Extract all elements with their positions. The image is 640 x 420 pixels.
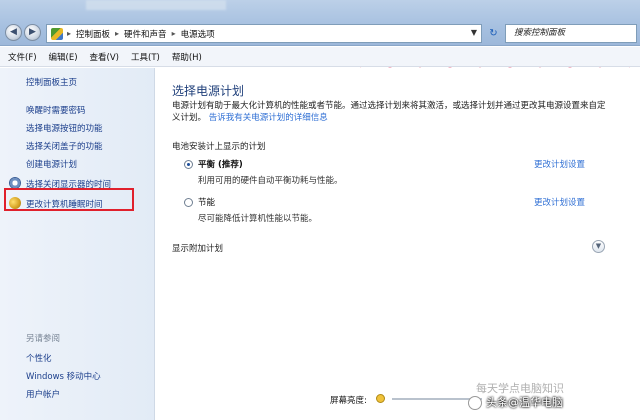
breadcrumb-hardware-sound[interactable]: 硬件和声音 <box>124 28 167 40</box>
red-highlight-box <box>4 188 134 211</box>
chevron-down-icon[interactable]: ▼ <box>592 240 605 253</box>
breadcrumb-control-panel[interactable]: 控制面板 <box>76 28 110 40</box>
main-content-pane: 选择电源计划 电源计划有助于最大化计算机的性能或者节能。通过选择计划来将其激活，… <box>156 68 640 420</box>
power-plan-info-link[interactable]: 告诉我有关电源计划的详细信息 <box>209 113 328 123</box>
blurred-window-title <box>86 0 226 10</box>
breadcrumb-power-options[interactable]: 电源选项 <box>181 28 215 40</box>
left-navigation-pane: 控制面板主页 唤醒时需要密码 选择电源按钮的功能 选择关闭盖子的功能 创建电源计… <box>0 68 155 420</box>
sidebar-item-power-button[interactable]: 选择电源按钮的功能 <box>26 122 103 134</box>
sidebar-item-close-lid[interactable]: 选择关闭盖子的功能 <box>26 140 103 152</box>
plan-power-saver-radio[interactable] <box>184 198 193 207</box>
breadcrumb-separator-icon: ▸ <box>171 29 176 38</box>
see-also-mobility-center[interactable]: Windows 移动中心 <box>26 370 101 382</box>
page-description: 电源计划有助于最大化计算机的性能或者节能。通过选择计划来将其激活，或选择计划并通… <box>172 100 612 124</box>
sidebar-home-link[interactable]: 控制面板主页 <box>26 76 77 88</box>
show-additional-plans[interactable]: 显示附加计划 <box>172 242 223 254</box>
menu-view[interactable]: 查看(V) <box>90 51 119 63</box>
page-title: 选择电源计划 <box>172 84 245 98</box>
menu-bar: 文件(F) 编辑(E) 查看(V) 工具(T) 帮助(H) <box>0 47 640 67</box>
sidebar-item-create-plan[interactable]: 创建电源计划 <box>26 158 77 170</box>
change-balanced-settings-link[interactable]: 更改计划设置 <box>534 158 585 170</box>
address-bar[interactable]: ▸ 控制面板 ▸ 硬件和声音 ▸ 电源选项 ▼ <box>46 24 482 43</box>
control-panel-icon <box>51 27 63 40</box>
change-power-saver-settings-link[interactable]: 更改计划设置 <box>534 196 585 208</box>
see-also-heading: 另请参阅 <box>26 334 61 344</box>
plan-balanced-desc: 利用可用的硬件自动平衡功耗与性能。 <box>198 176 343 186</box>
brightness-sun-icon <box>376 394 385 403</box>
see-also-user-accounts[interactable]: 用户帐户 <box>26 388 60 400</box>
address-dropdown-icon[interactable]: ▼ <box>471 28 477 37</box>
plan-power-saver-desc: 尽可能降低计算机性能以节能。 <box>198 214 318 224</box>
breadcrumb-separator-icon: ▸ <box>115 29 120 38</box>
back-arrow-icon: ◀ <box>10 27 17 37</box>
plan-balanced-name[interactable]: 平衡 (推荐) <box>198 158 243 170</box>
title-bar: ◀ ▶ ▸ 控制面板 ▸ 硬件和声音 ▸ 电源选项 ▼ ↻ 搜索控制面板 <box>0 0 640 46</box>
menu-help[interactable]: 帮助(H) <box>172 51 202 63</box>
refresh-icon[interactable]: ↻ <box>486 26 501 41</box>
plan-power-saver-name[interactable]: 节能 <box>198 196 215 208</box>
forward-button[interactable]: ▶ <box>24 24 41 41</box>
sidebar-item-wake-password[interactable]: 唤醒时需要密码 <box>26 104 86 116</box>
see-also-personalization[interactable]: 个性化 <box>26 352 52 364</box>
watermark-author: 头条@温华电脑 <box>486 396 563 409</box>
screen-brightness-label: 屏幕亮度: <box>330 396 367 406</box>
search-input[interactable]: 搜索控制面板 <box>505 24 637 43</box>
forward-arrow-icon: ▶ <box>29 27 36 37</box>
plans-section-label: 电池安装计上显示的计划 <box>172 142 266 152</box>
menu-tools[interactable]: 工具(T) <box>131 51 160 63</box>
breadcrumb-separator-icon: ▸ <box>67 29 72 38</box>
menu-edit[interactable]: 编辑(E) <box>49 51 78 63</box>
plan-balanced-radio[interactable] <box>184 160 193 169</box>
menu-file[interactable]: 文件(F) <box>8 51 37 63</box>
back-button[interactable]: ◀ <box>5 24 22 41</box>
toutiao-logo-icon <box>468 396 482 410</box>
